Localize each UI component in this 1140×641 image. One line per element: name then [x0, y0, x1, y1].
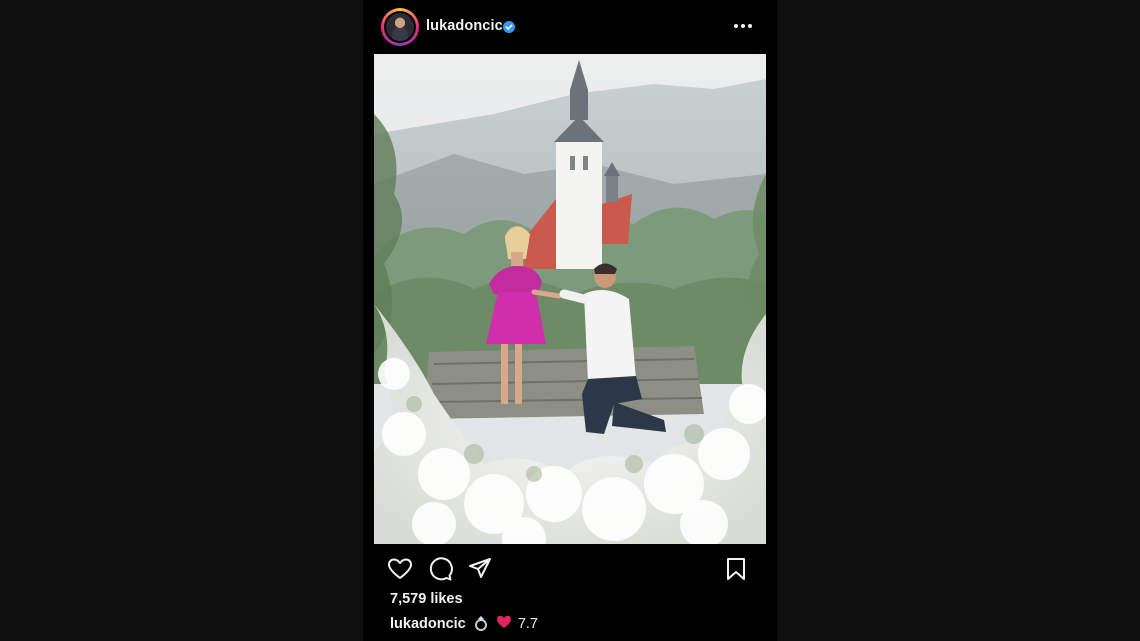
profile-avatar[interactable] [381, 8, 419, 46]
caption-text: 7.7 [517, 616, 539, 632]
more-options-icon[interactable] [733, 16, 753, 36]
avatar-frame [384, 11, 416, 43]
instagram-post: lukadoncic 7,579 likes lukadoncic 7.7 [363, 0, 777, 641]
bookmark-icon[interactable] [723, 556, 749, 582]
caption-username[interactable]: lukadoncic [390, 616, 466, 632]
comment-icon[interactable] [427, 556, 453, 582]
share-icon[interactable] [467, 556, 493, 582]
post-photo[interactable] [374, 54, 766, 544]
post-username[interactable]: lukadoncic [426, 18, 503, 34]
heart-icon[interactable] [387, 556, 413, 582]
likes-count[interactable]: 7,579 likes [390, 591, 463, 607]
ring-emoji-icon [474, 616, 487, 631]
red-heart-emoji-icon [496, 615, 511, 628]
post-caption: lukadoncic 7.7 [390, 614, 538, 632]
verified-badge-icon [503, 21, 515, 33]
post-actions [363, 552, 777, 584]
post-header: lukadoncic [363, 0, 777, 54]
proposal-photo-illustration [374, 54, 766, 544]
avatar-image [386, 13, 414, 41]
screen: lukadoncic 7,579 likes lukadoncic 7.7 [0, 0, 1140, 641]
